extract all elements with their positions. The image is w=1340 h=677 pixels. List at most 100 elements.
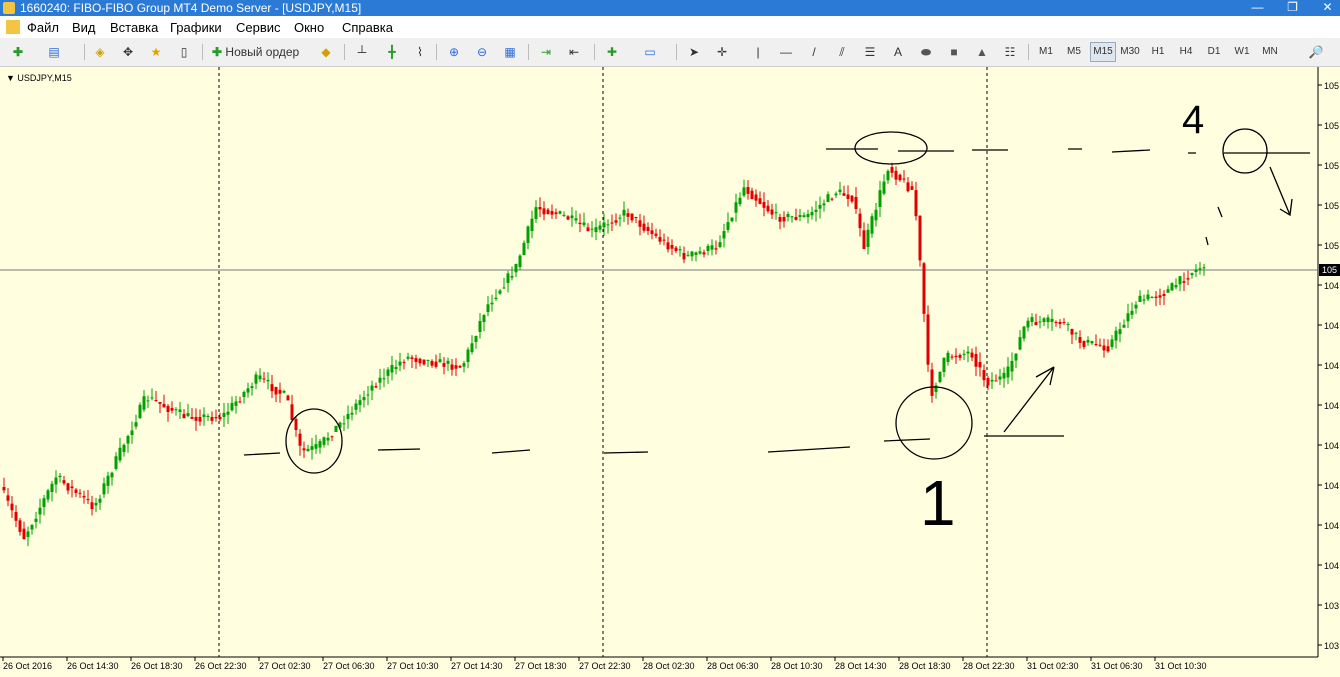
candle-body [78,492,82,494]
new-chart-icon[interactable]: ✚ [8,42,28,62]
fibo-icon[interactable]: ☰ [860,42,880,62]
candle-body [194,417,198,421]
candle-body [1086,339,1090,343]
candle-body [246,388,250,393]
tf-m5[interactable]: M5 [1062,42,1086,62]
candle-body [542,208,546,215]
candle-body [66,483,70,491]
tf-m30[interactable]: M30 [1118,42,1142,62]
new-order-button[interactable]: ✚ Новый ордер [212,42,308,62]
ellipse-tool-icon[interactable]: ⬬ [916,42,936,62]
search-icon[interactable]: 🔎 [1306,42,1326,62]
candle-body [770,209,774,215]
candle-body [838,189,842,192]
candle-body [774,212,778,214]
autotrading-icon[interactable]: ◆ [316,42,336,62]
time-label: 26 Oct 18:30 [131,661,183,671]
candle-body [806,214,810,217]
market-watch-icon[interactable]: ◈ [90,42,110,62]
candle-body [758,198,762,204]
candle-body [650,230,654,235]
navigator-icon[interactable]: ✥ [118,42,138,62]
chart-area[interactable]: ▼ USDJPY,M15 105 105 105 105 105 104 104 104 104… [0,67,1340,677]
candle-body [1014,353,1018,361]
candle-body [566,216,570,220]
menu-window[interactable]: Окно [294,20,324,35]
tile-windows-icon[interactable]: ▦ [500,42,520,62]
candle-body [210,417,214,421]
rectangle-tool-icon[interactable]: ■ [944,42,964,62]
candle-body [1026,320,1030,328]
indicators-icon[interactable]: ✚ [602,42,622,62]
trendline-icon[interactable]: / [804,42,824,62]
candle-body [1098,344,1102,346]
candle-body [330,436,334,438]
candle-body [334,425,338,432]
tf-w1[interactable]: W1 [1230,42,1254,62]
candle-body [906,182,910,192]
terminal-icon[interactable]: ▯ [174,42,194,62]
vertical-line-icon[interactable]: | [748,42,768,62]
candle-body [1070,329,1074,335]
horizontal-line-icon[interactable]: — [776,42,796,62]
candle-body [702,252,706,255]
candle-body [1170,283,1174,291]
triangle-tool-icon[interactable]: ▲ [972,42,992,62]
candlestick-chart-icon[interactable]: ╋ [382,42,402,62]
cursor-icon[interactable]: ➤ [684,42,704,62]
candle-body [290,404,294,421]
menu-insert[interactable]: Вставка [110,20,158,35]
menu-help[interactable]: Справка [342,20,393,35]
bar-chart-icon[interactable]: ┴ [352,42,372,62]
candle-body [318,441,322,448]
text-tool-icon[interactable]: A [888,42,908,62]
menu-view[interactable]: Вид [72,20,96,35]
candle-body [946,352,950,362]
candle-body [574,218,578,221]
profiles-icon[interactable]: ▤ [44,42,64,62]
time-label: 27 Oct 14:30 [451,661,503,671]
candle-body [1022,326,1026,339]
channel-icon[interactable]: ⫽ [832,42,852,62]
candle-body [750,190,754,200]
tf-m15[interactable]: M15 [1090,42,1116,62]
candle-body [54,477,58,485]
fibo-fan-icon[interactable]: ☷ [1000,42,1020,62]
zoom-in-icon[interactable]: ⊕ [444,42,464,62]
tf-m1[interactable]: M1 [1034,42,1058,62]
candle-body [594,227,598,232]
autoscroll-icon[interactable]: ⇥ [536,42,556,62]
candlestick-chart[interactable]: 105 105 105 105 105 104 104 104 104 104 104 104 104 1… [0,67,1340,677]
zoom-out-icon[interactable]: ⊖ [472,42,492,62]
candle-body [910,186,914,190]
candle-body [518,255,522,267]
tf-d1[interactable]: D1 [1202,42,1226,62]
candle-body [970,352,974,358]
candle-body [1174,285,1178,288]
tf-h1[interactable]: H1 [1146,42,1170,62]
chart-shift-icon[interactable]: ⇤ [564,42,584,62]
candle-body [306,448,310,452]
menu-file[interactable]: Файл [27,20,59,35]
candle-body [438,359,442,363]
candle-body [1166,289,1170,293]
close-button[interactable]: ✕ [1305,0,1340,16]
tf-mn[interactable]: MN [1258,42,1282,62]
tf-h4[interactable]: H4 [1174,42,1198,62]
menu-tools[interactable]: Сервис [236,20,281,35]
time-label: 27 Oct 06:30 [323,661,375,671]
time-label: 27 Oct 22:30 [579,661,631,671]
candle-body [226,411,230,415]
candle-body [1106,346,1110,352]
line-chart-icon[interactable]: ⌇ [410,42,430,62]
menu-charts[interactable]: Графики [170,20,222,35]
candle-body [162,404,166,408]
period-icon[interactable]: ▭ [640,42,660,62]
candle-body [370,385,374,391]
time-label: 28 Oct 10:30 [771,661,823,671]
candle-body [294,419,298,431]
crosshair-icon[interactable]: ✛ [712,42,732,62]
chart-doc-icon[interactable] [6,20,20,34]
data-window-icon[interactable]: ★ [146,42,166,62]
candle-body [506,273,510,283]
